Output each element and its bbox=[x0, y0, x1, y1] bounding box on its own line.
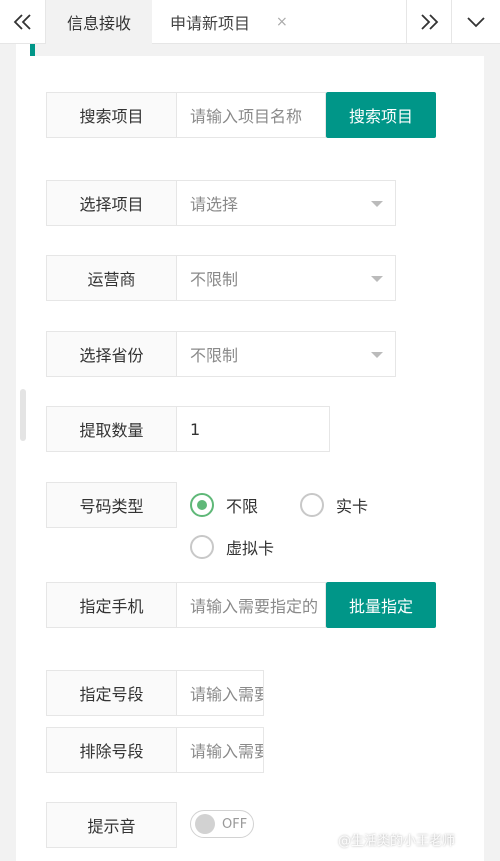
batch-specify-button[interactable]: 批量指定 bbox=[326, 582, 436, 628]
toggle-state-text: OFF bbox=[222, 816, 248, 832]
segment-placeholder: 请输入需要 bbox=[190, 685, 264, 704]
tab-label: 申请新项目 bbox=[170, 14, 251, 33]
radio-label: 虚拟卡 bbox=[226, 539, 275, 558]
search-project-label: 搜索项目 bbox=[46, 92, 177, 138]
operator-dropdown[interactable]: 不限制 bbox=[176, 255, 396, 301]
select-project-label: 选择项目 bbox=[46, 180, 177, 226]
form-card: 搜索项目 请输入项目名称 搜索项目 选择项目 请选择 运营商 不限制 选择省份 … bbox=[16, 44, 486, 861]
radio-unlimited[interactable]: 不限 bbox=[190, 493, 258, 517]
radio-physical-card[interactable]: 实卡 bbox=[300, 493, 368, 517]
sound-toggle[interactable]: OFF bbox=[190, 810, 254, 838]
sound-label: 提示音 bbox=[46, 802, 177, 848]
dropdown-caret-icon bbox=[371, 201, 383, 207]
double-chevron-left-icon bbox=[13, 13, 33, 31]
dropdown-caret-icon bbox=[371, 276, 383, 282]
select-project-dropdown[interactable]: 请选择 bbox=[176, 180, 396, 226]
accent-banner bbox=[30, 44, 486, 56]
operator-label: 运营商 bbox=[46, 255, 177, 301]
tab-scroll-right-button[interactable] bbox=[406, 0, 452, 44]
radio-checked-icon bbox=[190, 493, 214, 517]
tab-label: 信息接收 bbox=[66, 14, 131, 33]
radio-label: 实卡 bbox=[336, 497, 369, 516]
exclude-input[interactable]: 请输入需要 bbox=[176, 727, 264, 773]
search-project-input[interactable]: 请输入项目名称 bbox=[176, 92, 326, 138]
tab-menu-button[interactable] bbox=[452, 0, 500, 44]
search-project-placeholder: 请输入项目名称 bbox=[190, 107, 303, 126]
quantity-value: 1 bbox=[190, 419, 201, 439]
segment-input[interactable]: 请输入需要 bbox=[176, 670, 264, 716]
phone-input[interactable]: 请输入需要指定的 bbox=[176, 582, 326, 628]
tab-bar: 信息接收 申请新项目 × bbox=[0, 0, 500, 44]
chevron-down-icon bbox=[466, 15, 486, 29]
exclude-placeholder: 请输入需要 bbox=[190, 742, 264, 761]
segment-label: 指定号段 bbox=[46, 670, 177, 716]
province-dropdown[interactable]: 不限制 bbox=[176, 331, 396, 377]
radio-unchecked-icon bbox=[190, 535, 214, 559]
radio-unchecked-icon bbox=[300, 493, 324, 517]
number-type-row: 号码类型 不限 实卡 虚拟卡 bbox=[46, 482, 446, 582]
radio-virtual-card[interactable]: 虚拟卡 bbox=[190, 535, 274, 559]
quantity-input[interactable]: 1 bbox=[176, 406, 330, 452]
phone-placeholder: 请输入需要指定的 bbox=[190, 597, 319, 616]
search-project-button[interactable]: 搜索项目 bbox=[326, 92, 436, 138]
watermark: @生活类的小王老师 bbox=[338, 834, 456, 849]
province-value: 不限制 bbox=[190, 346, 239, 365]
select-project-value: 请选择 bbox=[190, 195, 239, 214]
quantity-label: 提取数量 bbox=[46, 406, 177, 452]
operator-value: 不限制 bbox=[190, 270, 239, 289]
dropdown-caret-icon bbox=[371, 352, 383, 358]
tab-scroll-left-button[interactable] bbox=[0, 0, 46, 44]
tab-close-icon[interactable]: × bbox=[276, 0, 288, 44]
toggle-knob bbox=[195, 814, 215, 834]
number-type-label: 号码类型 bbox=[46, 482, 177, 528]
scroll-indicator[interactable] bbox=[20, 389, 26, 441]
tab-info-receive[interactable]: 信息接收 bbox=[46, 0, 152, 44]
radio-label: 不限 bbox=[226, 497, 259, 516]
phone-label: 指定手机 bbox=[46, 582, 177, 628]
double-chevron-right-icon bbox=[419, 13, 439, 31]
exclude-label: 排除号段 bbox=[46, 727, 177, 773]
province-label: 选择省份 bbox=[46, 331, 177, 377]
